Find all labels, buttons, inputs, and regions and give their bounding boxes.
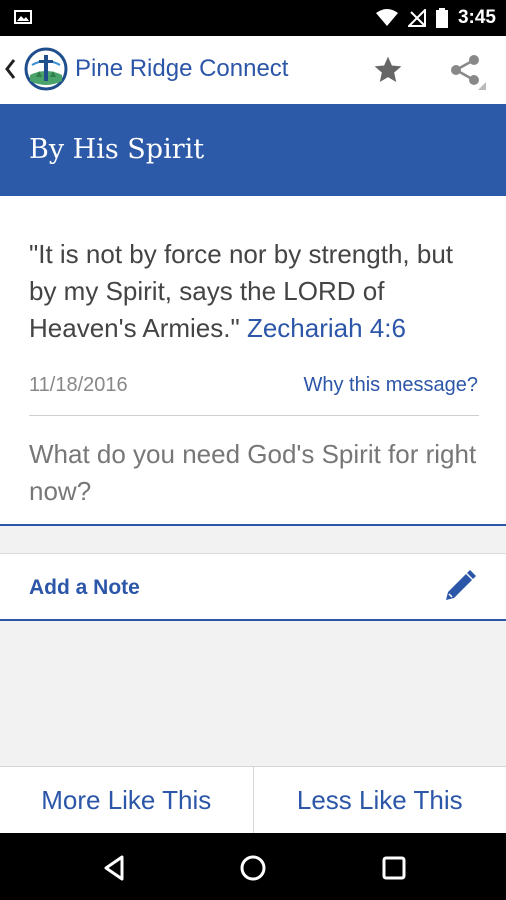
more-like-this-button[interactable]: More Like This: [0, 767, 254, 833]
wifi-icon: [375, 9, 398, 26]
add-note-label: Add a Note: [29, 576, 140, 599]
app-title: Pine Ridge Connect: [75, 55, 289, 82]
status-bar: 3:45: [0, 0, 506, 36]
message-header: By His Spirit: [0, 104, 506, 196]
recents-square-icon[interactable]: [379, 853, 409, 883]
add-note-row[interactable]: Add a Note: [0, 553, 506, 621]
home-circle-icon[interactable]: [238, 853, 268, 883]
status-time: 3:45: [457, 7, 496, 28]
share-icon[interactable]: [446, 52, 486, 90]
image-notification-icon: [14, 10, 32, 24]
reflection-question: What do you need God's Spirit for right …: [29, 439, 477, 506]
message-date: 11/18/2016: [29, 374, 128, 396]
app-bar: Pine Ridge Connect: [0, 36, 506, 104]
message-card: "It is not by force nor by strength, but…: [0, 196, 506, 526]
back-triangle-icon[interactable]: [100, 853, 130, 883]
screen: 3:45 Pine Ridge Connect By His Spirit "I…: [0, 0, 506, 900]
divider: [29, 415, 479, 416]
less-like-this-button[interactable]: Less Like This: [254, 767, 506, 833]
star-icon[interactable]: [372, 54, 404, 86]
no-signal-icon: [407, 9, 426, 27]
pencil-icon[interactable]: [440, 570, 478, 606]
battery-icon: [435, 8, 448, 28]
church-logo: [24, 47, 68, 91]
verse: "It is not by force nor by strength, but…: [29, 236, 479, 347]
why-this-message-link[interactable]: Why this message?: [303, 374, 478, 397]
back-icon[interactable]: [3, 56, 17, 82]
navigation-bar: [0, 833, 506, 900]
status-icons: 3:45: [375, 0, 496, 36]
verse-reference-link[interactable]: Zechariah 4:6: [247, 313, 406, 343]
message-title: By His Spirit: [29, 134, 205, 165]
feedback-buttons: More Like This Less Like This: [0, 766, 506, 833]
